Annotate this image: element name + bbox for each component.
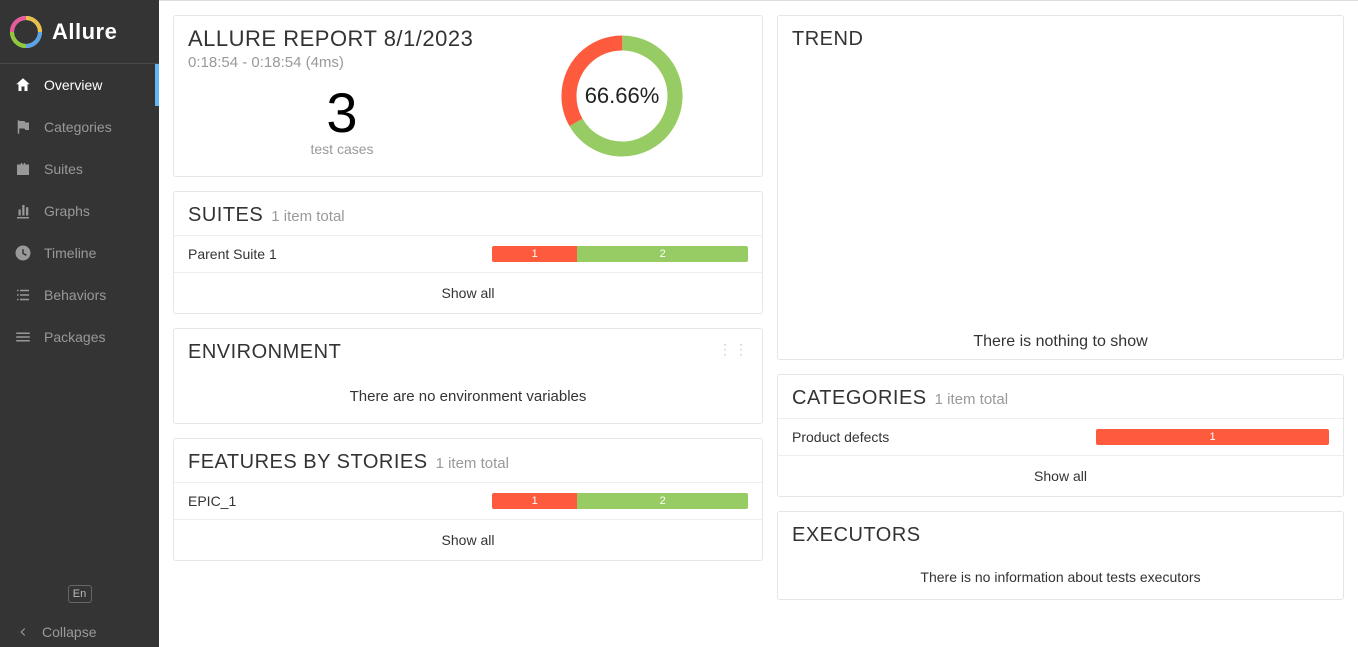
collapse-sidebar[interactable]: Collapse xyxy=(0,617,159,647)
feature-status-bar: 1 2 xyxy=(492,493,748,509)
features-widget: FEATURES BY STORIES 1 item total EPIC_1 … xyxy=(173,438,763,561)
nav-packages[interactable]: Packages xyxy=(0,316,159,358)
sidebar-nav: Overview Categories Suites Graphs Timeli… xyxy=(0,64,159,577)
sidebar: Allure Overview Categories Suites Graphs xyxy=(0,0,159,647)
test-count-label: test cases xyxy=(188,141,496,157)
suites-count: 1 item total xyxy=(271,208,344,225)
main-content: ALLURE REPORT 8/1/2023 0:18:54 - 0:18:54… xyxy=(159,0,1358,647)
sidebar-footer: En Collapse xyxy=(0,577,159,647)
executors-widget: EXECUTORS There is no information about … xyxy=(777,511,1344,600)
chart-icon xyxy=(14,202,32,220)
suites-show-all[interactable]: Show all xyxy=(174,272,762,313)
drag-handle-icon[interactable]: ⋮⋮ xyxy=(718,341,750,358)
suite-status-bar: 1 2 xyxy=(492,246,748,262)
nav-overview[interactable]: Overview xyxy=(0,64,159,106)
nav-timeline[interactable]: Timeline xyxy=(0,232,159,274)
briefcase-icon xyxy=(14,160,32,178)
pass-segment: 2 xyxy=(577,246,748,262)
bars-icon xyxy=(14,328,32,346)
category-name: Product defects xyxy=(792,429,1082,445)
suites-widget: SUITES 1 item total Parent Suite 1 1 2 S… xyxy=(173,191,763,314)
nav-behaviors[interactable]: Behaviors xyxy=(0,274,159,316)
right-column: TREND There is nothing to show CATEGORIE… xyxy=(777,15,1344,633)
fail-segment: 1 xyxy=(492,246,577,262)
feature-name: EPIC_1 xyxy=(188,493,478,509)
test-count: 3 xyxy=(188,85,496,141)
categories-widget: CATEGORIES 1 item total Product defects … xyxy=(777,374,1344,497)
allure-logo-icon xyxy=(10,16,42,48)
nav-label: Timeline xyxy=(44,245,96,261)
nav-label: Overview xyxy=(44,77,102,93)
features-count: 1 item total xyxy=(436,455,509,472)
fail-segment: 1 xyxy=(492,493,577,509)
report-time: 0:18:54 - 0:18:54 (4ms) xyxy=(188,54,496,71)
suite-row[interactable]: Parent Suite 1 1 2 xyxy=(174,235,762,272)
category-status-bar: 1 xyxy=(1096,429,1329,445)
categories-count: 1 item total xyxy=(935,391,1008,408)
suite-name: Parent Suite 1 xyxy=(188,246,478,262)
category-row[interactable]: Product defects 1 xyxy=(778,418,1343,455)
fail-segment: 1 xyxy=(1096,429,1329,445)
executors-title: EXECUTORS xyxy=(792,524,921,547)
nav-label: Behaviors xyxy=(44,287,106,303)
chevron-left-icon xyxy=(14,623,32,641)
sidebar-header: Allure xyxy=(0,0,159,64)
clock-icon xyxy=(14,244,32,262)
collapse-label: Collapse xyxy=(42,624,96,640)
categories-title: CATEGORIES xyxy=(792,387,927,410)
pass-percentage: 66.66% xyxy=(552,26,692,166)
nav-suites[interactable]: Suites xyxy=(0,148,159,190)
summary-widget: ALLURE REPORT 8/1/2023 0:18:54 - 0:18:54… xyxy=(173,15,763,177)
nav-label: Suites xyxy=(44,161,83,177)
nav-label: Graphs xyxy=(44,203,90,219)
suites-title: SUITES xyxy=(188,204,263,227)
home-icon xyxy=(14,76,32,94)
categories-show-all[interactable]: Show all xyxy=(778,455,1343,496)
features-title: FEATURES BY STORIES xyxy=(188,451,428,474)
nav-label: Packages xyxy=(44,329,105,345)
trend-widget: TREND There is nothing to show xyxy=(777,15,1344,360)
trend-empty: There is nothing to show xyxy=(973,333,1147,359)
environment-empty: There are no environment variables xyxy=(174,372,762,423)
flag-icon xyxy=(14,118,32,136)
trend-title: TREND xyxy=(792,28,863,51)
executors-empty: There is no information about tests exec… xyxy=(778,555,1343,599)
report-title: ALLURE REPORT 8/1/2023 xyxy=(188,26,496,52)
left-column: ALLURE REPORT 8/1/2023 0:18:54 - 0:18:54… xyxy=(173,15,763,633)
environment-title: ENVIRONMENT xyxy=(188,341,341,364)
environment-widget: ENVIRONMENT ⋮⋮ There are no environment … xyxy=(173,328,763,424)
pass-rate-donut: 66.66% xyxy=(552,26,692,166)
features-show-all[interactable]: Show all xyxy=(174,519,762,560)
nav-label: Categories xyxy=(44,119,112,135)
pass-segment: 2 xyxy=(577,493,748,509)
brand-name: Allure xyxy=(52,19,117,45)
language-selector[interactable]: En xyxy=(68,585,92,603)
list-icon xyxy=(14,286,32,304)
feature-row[interactable]: EPIC_1 1 2 xyxy=(174,482,762,519)
nav-graphs[interactable]: Graphs xyxy=(0,190,159,232)
nav-categories[interactable]: Categories xyxy=(0,106,159,148)
